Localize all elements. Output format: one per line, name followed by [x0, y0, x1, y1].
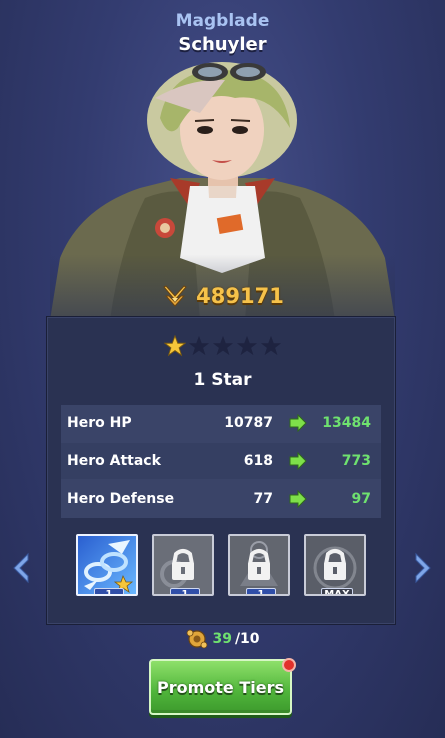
- hero-name: Schuyler: [178, 34, 267, 55]
- cost-have: 39: [212, 631, 232, 647]
- star-empty-icon: [236, 335, 257, 356]
- hero-class-name: Magblade: [175, 11, 270, 31]
- skill-level-badge: MAX: [321, 588, 353, 594]
- chain-blade-skill-icon: [84, 540, 134, 594]
- stat-name: Hero HP: [67, 415, 132, 431]
- stat-current: 618: [243, 453, 273, 469]
- stat-name: Hero Defense: [67, 491, 175, 507]
- star-empty-icon: [188, 335, 209, 356]
- cost-need: /10: [234, 631, 260, 647]
- stat-row-defense: Hero Defense 77 97: [61, 481, 381, 517]
- arrow-right-icon: [289, 414, 307, 432]
- lock-icon: [230, 536, 288, 594]
- stats-table: Hero HP 10787 13484 Hero Attack 618 773 …: [61, 405, 381, 518]
- skill-slot-4[interactable]: MAX: [304, 534, 366, 596]
- skill-slot-3[interactable]: 1: [228, 534, 290, 596]
- skill-level-badge: 1: [246, 588, 276, 594]
- hero-portrait: [50, 58, 395, 320]
- arrow-right-icon: [289, 490, 307, 508]
- star-filled-icon: [163, 335, 186, 357]
- notification-dot: [282, 658, 296, 672]
- skill-slot-1[interactable]: 1: [76, 534, 138, 596]
- stat-name: Hero Attack: [67, 453, 161, 469]
- promotion-cost: 39/10: [0, 628, 445, 650]
- stat-current: 77: [253, 491, 273, 507]
- stat-current: 10787: [224, 415, 273, 431]
- skill-level-badge: 1: [94, 588, 124, 594]
- hero-power: 489171: [0, 284, 445, 308]
- stat-row-hp: Hero HP 10787 13484: [61, 405, 381, 441]
- skill-level-badge: 1: [170, 588, 200, 594]
- chevron-left-icon[interactable]: [8, 552, 34, 584]
- stat-next: 773: [341, 453, 371, 469]
- power-value: 489171: [196, 284, 284, 308]
- lock-icon: [306, 536, 364, 594]
- gear-token-icon: [187, 629, 208, 649]
- stat-next: 13484: [322, 415, 371, 431]
- promote-tiers-button[interactable]: Promote Tiers: [149, 659, 292, 715]
- star-empty-icon: [212, 335, 233, 356]
- star-rating: [0, 335, 445, 357]
- star-tier-label: 1 Star: [193, 370, 252, 390]
- lock-icon: [154, 536, 212, 594]
- chevron-right-icon[interactable]: [410, 552, 436, 584]
- skill-slot-2[interactable]: 1: [152, 534, 214, 596]
- stat-row-attack: Hero Attack 618 773: [61, 443, 381, 479]
- stat-next: 97: [351, 491, 371, 507]
- skills-row: 1 1 1 MAX: [76, 534, 366, 602]
- star-empty-icon: [260, 335, 281, 356]
- crossed-swords-icon: [163, 285, 187, 307]
- arrow-right-icon: [289, 452, 307, 470]
